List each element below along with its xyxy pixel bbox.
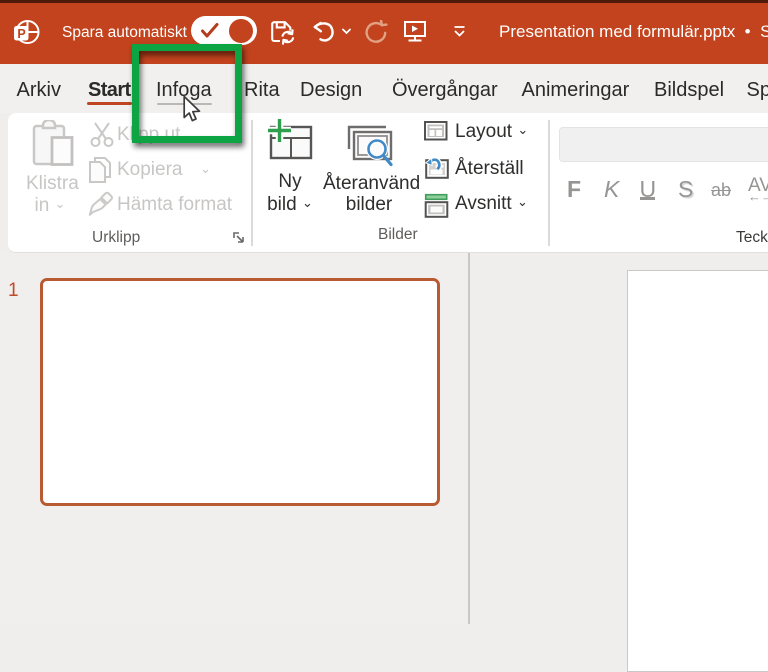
svg-text:P: P — [17, 27, 25, 41]
